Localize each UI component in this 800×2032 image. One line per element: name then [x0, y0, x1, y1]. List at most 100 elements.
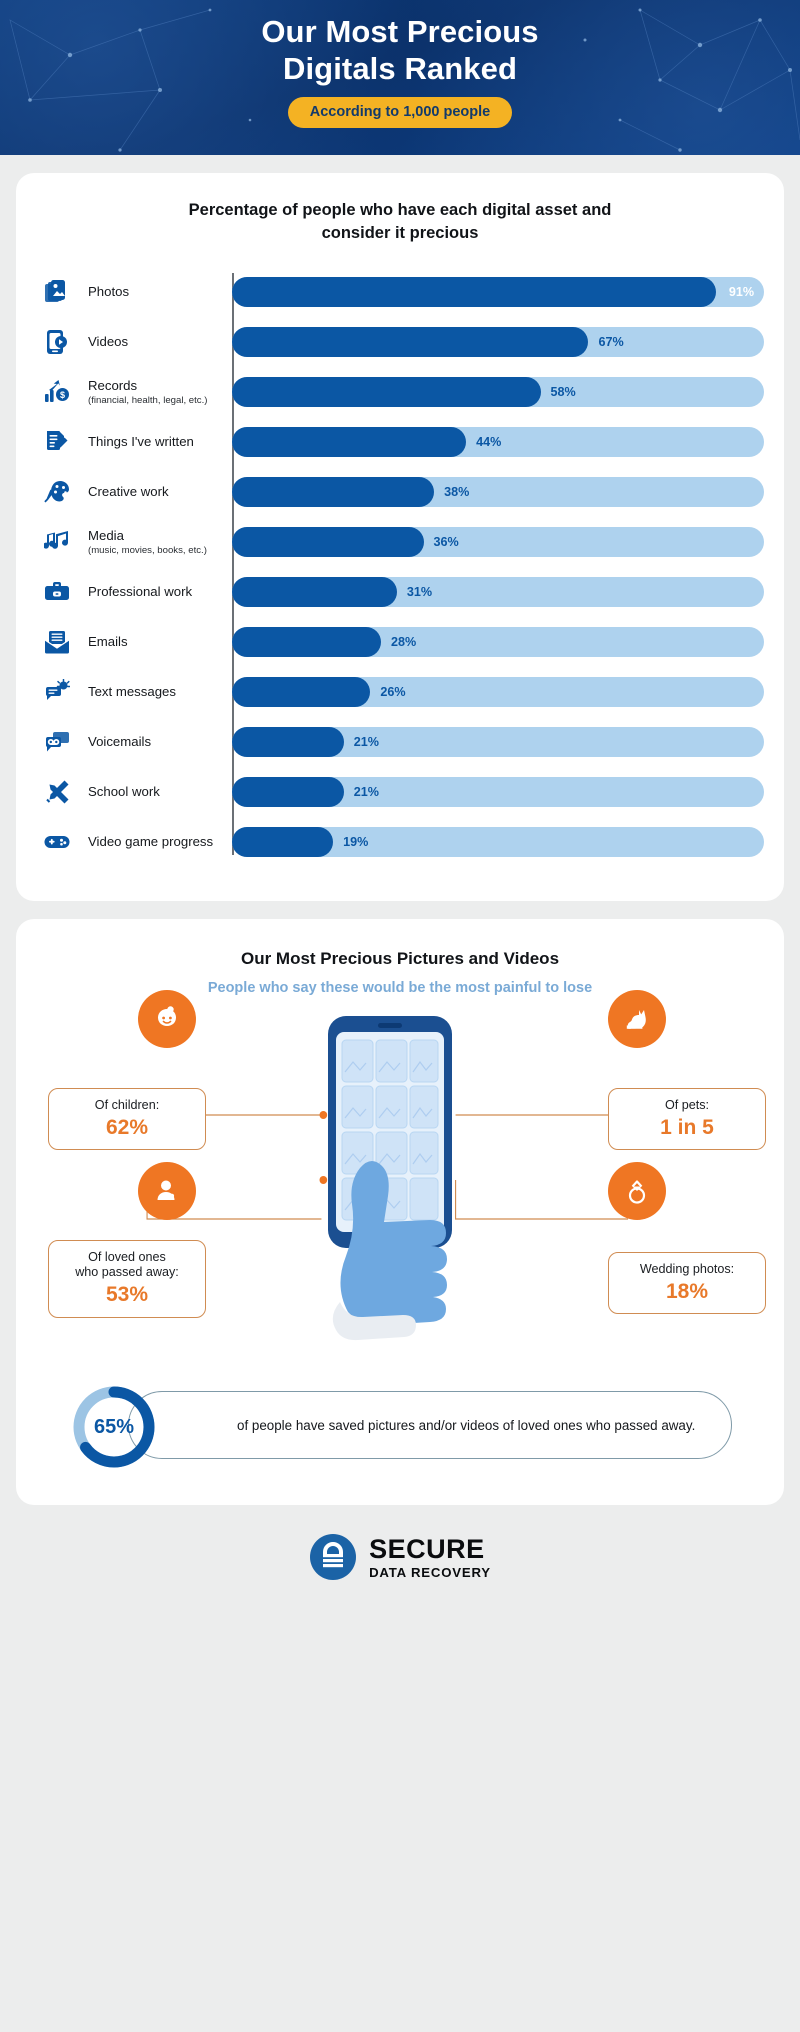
ring-icon	[608, 1162, 666, 1221]
bar-value-label: 31%	[406, 585, 433, 600]
bar-value-label: 67%	[598, 335, 624, 350]
bar-track: 26%	[232, 677, 764, 708]
bar-row-label-sub: (music, movies, books, etc.)	[88, 544, 207, 556]
secure-lock-logo-icon	[310, 1534, 357, 1581]
bar-fill	[232, 527, 424, 558]
bar-row-label: Voicemails	[78, 734, 232, 750]
callout-loved: Of loved ones who passed away: 53%	[48, 1240, 206, 1318]
bar-row-label: Photos	[78, 284, 232, 300]
bar-row: Photos 91%	[36, 267, 764, 317]
page-title: Our Most Precious Digitals Ranked	[0, 14, 800, 87]
school-work-icon	[36, 779, 78, 805]
chart-title: Percentage of people who have each digit…	[188, 201, 612, 243]
person-heart-icon	[138, 1162, 196, 1221]
creative-work-icon	[36, 479, 78, 505]
pictures-videos-card: Our Most Precious Pictures and Videos Pe…	[16, 919, 784, 1506]
bar-fill	[232, 777, 344, 808]
bar-fill	[232, 827, 334, 858]
bar-fill	[232, 577, 397, 608]
bar-row-label-main: Records	[88, 378, 138, 394]
bar-row: Things I've written 44%	[36, 417, 764, 467]
bar-value-label: 28%	[390, 635, 417, 650]
bar-track: 21%	[232, 727, 764, 758]
callout-label: Of children:	[94, 1098, 160, 1113]
bar-chart: Photos 91% Videos 67% $ Records (financial, he…	[36, 267, 764, 867]
bar-row: Text messages 26%	[36, 667, 764, 717]
stat-pill: of people have saved pictures and/or vid…	[128, 1391, 732, 1460]
bar-row: $ Records (financial, health, legal, etc.)…	[36, 367, 764, 417]
bar-track: 44%	[232, 427, 764, 458]
callout-children: Of children: 62%	[48, 1088, 206, 1151]
bar-row-label-main: Things I've written	[88, 434, 194, 450]
title-line-2: Digitals Ranked	[282, 50, 518, 86]
phone-in-hand-illustration	[328, 1016, 452, 1341]
header-banner: Our Most Precious Digitals Ranked Accord…	[0, 0, 800, 155]
bar-track: 28%	[232, 627, 764, 658]
bar-track: 67%	[232, 327, 764, 358]
callout-wedding: Wedding photos: 18%	[608, 1252, 766, 1315]
callout-label: Of pets:	[664, 1098, 710, 1113]
bar-fill	[232, 377, 541, 408]
bar-value-label: 21%	[353, 785, 379, 800]
bar-row-label-main: Voicemails	[88, 734, 152, 750]
bar-value-label: 19%	[343, 835, 369, 850]
section2-subtitle: People who say these would be the most p…	[207, 980, 593, 997]
bar-row-label-sub: (financial, health, legal, etc.)	[88, 394, 208, 406]
bar-row-label: Things I've written	[78, 434, 232, 450]
callout-pets: Of pets: 1 in 5	[608, 1088, 766, 1151]
bar-track: 91%	[232, 277, 764, 308]
svg-text:$: $	[60, 390, 65, 400]
stat-text: of people have saved pictures and/or vid…	[237, 1417, 696, 1433]
bar-row-label: Media (music, movies, books, etc.)	[78, 528, 232, 556]
bar-chart-card: Percentage of people who have each digit…	[16, 173, 784, 902]
bar-value-label: 21%	[353, 735, 379, 750]
text-message-icon	[36, 679, 78, 705]
bar-row-label: Creative work	[78, 484, 232, 500]
bar-row-label-main: Professional work	[88, 584, 193, 600]
callout-value: 53%	[105, 1283, 149, 1307]
bar-track: 38%	[232, 477, 764, 508]
voicemail-icon	[36, 729, 78, 755]
baby-icon	[138, 990, 196, 1049]
cat-icon	[608, 990, 666, 1049]
bar-fill	[232, 727, 344, 758]
bar-row-label: Records (financial, health, legal, etc.)	[78, 378, 232, 406]
bar-value-label: 38%	[444, 485, 470, 500]
bar-fill	[232, 427, 467, 458]
saved-photos-stat: of people have saved pictures and/or vid…	[68, 1381, 732, 1473]
callout-value: 62%	[105, 1116, 149, 1140]
bar-value-label: 44%	[476, 435, 502, 450]
callout-label: Wedding photos:	[639, 1262, 735, 1277]
bar-row-label: Text messages	[78, 684, 232, 700]
callout-value: 18%	[665, 1280, 709, 1304]
callout-value: 1 in 5	[660, 1116, 714, 1140]
media-icon	[36, 529, 78, 555]
bar-value-label: 26%	[380, 685, 406, 700]
logo-main-text: SECURE	[369, 1533, 485, 1564]
bar-row: Media (music, movies, books, etc.) 36%	[36, 517, 764, 567]
writing-icon	[36, 429, 78, 455]
bar-fill	[232, 627, 381, 658]
video-game-icon	[36, 829, 78, 855]
bar-row: Videos 67%	[36, 317, 764, 367]
bar-fill	[232, 277, 717, 308]
records-icon: $	[36, 379, 78, 405]
bar-value-label: 91%	[728, 285, 755, 300]
phone-illustration-area: Of children: 62% Of pets: 1 in 5 Of loved on…	[34, 990, 766, 1357]
bar-row-label-main: Photos	[88, 284, 130, 300]
logo-sub-text: DATA RECOVERY	[369, 1564, 491, 1580]
bar-value-label: 36%	[433, 535, 459, 550]
chart-axis-line	[232, 273, 234, 856]
bar-row-label: Video game progress	[78, 834, 232, 850]
bar-row: Professional work 31%	[36, 567, 764, 617]
bar-row-label-main: Videos	[88, 334, 129, 350]
email-icon	[36, 629, 78, 655]
bar-value-label: 58%	[550, 385, 576, 400]
bar-track: 21%	[232, 777, 764, 808]
sample-size-badge: According to 1,000 people	[287, 97, 513, 129]
bar-row-label-main: Video game progress	[88, 834, 214, 850]
donut-value: 65%	[93, 1415, 135, 1438]
bar-row-label: Emails	[78, 634, 232, 650]
bar-row-label-main: Creative work	[88, 484, 169, 500]
bar-row: Voicemails 21%	[36, 717, 764, 767]
